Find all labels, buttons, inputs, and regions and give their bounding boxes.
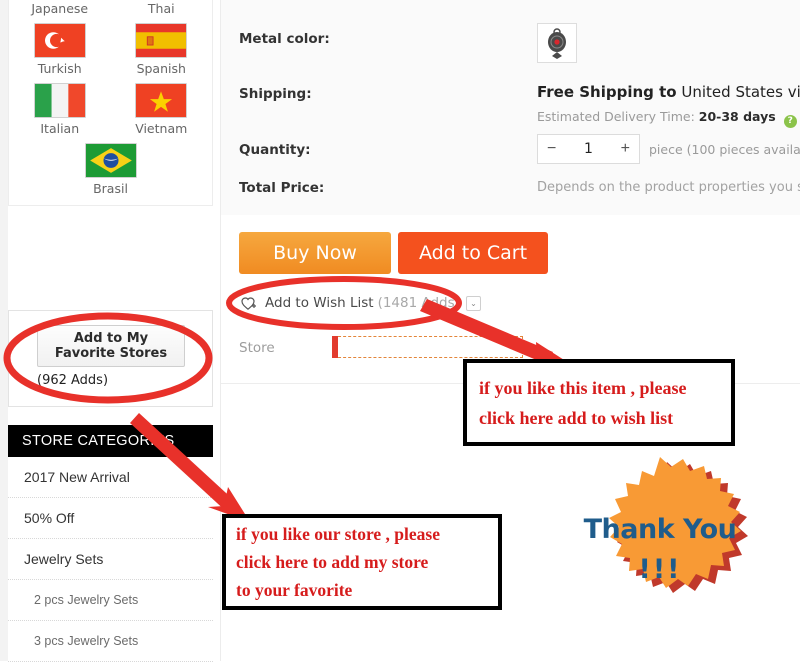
language-item-brasil[interactable]: Brasil bbox=[9, 137, 212, 197]
wish-list-chevron-down-icon[interactable]: ⌄ bbox=[465, 295, 481, 311]
eta-label: Estimated Delivery Time: bbox=[537, 109, 695, 124]
store-row-label: Store bbox=[239, 340, 275, 356]
language-item-vietnam[interactable]: Vietnam bbox=[111, 77, 213, 137]
total-price-value: Depends on the product properties you se… bbox=[537, 180, 800, 195]
shipping-label: Shipping: bbox=[239, 86, 312, 102]
quantity-input[interactable]: 1 bbox=[584, 141, 593, 157]
spain-flag-icon bbox=[135, 23, 188, 58]
thank-you-text-group: Thank You !!! bbox=[560, 456, 760, 646]
wish-note-line1: if you like this item , please bbox=[479, 377, 687, 398]
shipping-destination-text: United States via Seller's Shipping Meth… bbox=[681, 83, 800, 101]
quantity-increase-button[interactable]: + bbox=[621, 141, 630, 157]
language-label: Italian bbox=[40, 121, 80, 136]
metal-color-label: Metal color: bbox=[239, 31, 330, 47]
category-item-jewelry-sets[interactable]: Jewelry Sets bbox=[8, 539, 213, 580]
total-price-label: Total Price: bbox=[239, 180, 325, 196]
jewelry-thumbnail-icon bbox=[548, 28, 566, 59]
left-sidebar: Japanese Thai Turkish Spanish Italian Vi… bbox=[0, 0, 220, 662]
sidebar-rail bbox=[0, 0, 8, 661]
language-label: Turkish bbox=[37, 61, 82, 76]
fav-button-line1: Add to My bbox=[73, 331, 149, 346]
store-note-line1: if you like our store , please bbox=[236, 524, 441, 544]
quantity-availability-note: piece (100 pieces available) bbox=[649, 142, 800, 157]
heart-plus-icon bbox=[241, 296, 258, 311]
shipping-free-text: Free Shipping to bbox=[537, 83, 677, 101]
language-item-italian[interactable]: Italian bbox=[9, 77, 111, 137]
buy-now-button[interactable]: Buy Now bbox=[239, 232, 391, 274]
eta-value: 20-38 days bbox=[698, 109, 776, 124]
language-item-thai[interactable]: Thai bbox=[111, 0, 213, 17]
favorite-store-annotation-box: if you like our store , please click her… bbox=[222, 514, 502, 610]
language-item-turkish[interactable]: Turkish bbox=[9, 17, 111, 77]
italy-flag-icon bbox=[33, 83, 86, 118]
store-placeholder-box bbox=[332, 336, 523, 358]
brazil-flag-icon bbox=[84, 143, 137, 178]
fav-button-line2: Favorite Stores bbox=[54, 346, 168, 361]
wish-list-annotation-box: if you like this item , please click her… bbox=[463, 359, 735, 446]
language-label: Spanish bbox=[136, 61, 186, 76]
help-icon[interactable]: ? bbox=[783, 115, 797, 128]
add-to-wish-list-button[interactable]: Add to Wish List (1481 Adds) ⌄ bbox=[241, 293, 481, 313]
favorite-adds-count: (962 Adds) bbox=[37, 373, 109, 388]
language-label: Japanese bbox=[31, 1, 89, 16]
category-item-2-pcs-jewelry-sets[interactable]: 2 pcs Jewelry Sets bbox=[8, 580, 213, 621]
category-item-2017-new-arrival[interactable]: 2017 New Arrival bbox=[8, 457, 213, 498]
language-item-japanese[interactable]: Japanese bbox=[9, 0, 111, 17]
wish-list-label: Add to Wish List bbox=[265, 295, 374, 311]
wish-note-line2: click here add to wish list bbox=[479, 407, 674, 428]
store-note-line2: click here to add my store bbox=[236, 552, 429, 572]
add-to-favorite-stores-button[interactable]: Add to My Favorite Stores bbox=[37, 325, 185, 367]
language-selector-panel: Japanese Thai Turkish Spanish Italian Vi… bbox=[8, 0, 213, 206]
category-item-50-off[interactable]: 50% Off bbox=[8, 498, 213, 539]
shipping-value: Free Shipping to United States via Selle… bbox=[537, 83, 800, 101]
favorite-store-block: Add to My Favorite Stores (962 Adds) bbox=[8, 310, 213, 407]
thank-you-line1: Thank You bbox=[583, 514, 737, 545]
metal-color-swatch[interactable] bbox=[537, 23, 577, 63]
wish-list-count: (1481 Adds) bbox=[377, 295, 460, 311]
language-label: Brasil bbox=[93, 181, 128, 196]
quantity-stepper[interactable]: − 1 + bbox=[537, 134, 640, 164]
category-item-3-pcs-jewelry-sets[interactable]: 3 pcs Jewelry Sets bbox=[8, 621, 213, 662]
turkey-flag-icon bbox=[33, 23, 86, 58]
add-to-cart-button[interactable]: Add to Cart bbox=[398, 232, 548, 274]
language-item-spanish[interactable]: Spanish bbox=[111, 17, 213, 77]
quantity-label: Quantity: bbox=[239, 142, 311, 158]
estimated-delivery-time: Estimated Delivery Time: 20-38 days ? bbox=[537, 109, 797, 128]
store-categories-header: STORE CATEGORIES bbox=[8, 425, 213, 457]
quantity-decrease-button[interactable]: − bbox=[547, 141, 556, 157]
language-grid: Japanese Thai Turkish Spanish Italian Vi… bbox=[9, 0, 212, 197]
language-label: Thai bbox=[147, 1, 175, 16]
language-label: Vietnam bbox=[135, 121, 188, 136]
thank-you-line2: !!! bbox=[638, 554, 682, 585]
store-note-line3: to your favorite bbox=[236, 580, 353, 600]
vietnam-flag-icon bbox=[135, 83, 188, 118]
store-categories-list: 2017 New Arrival 50% Off Jewelry Sets 2 … bbox=[8, 457, 213, 662]
